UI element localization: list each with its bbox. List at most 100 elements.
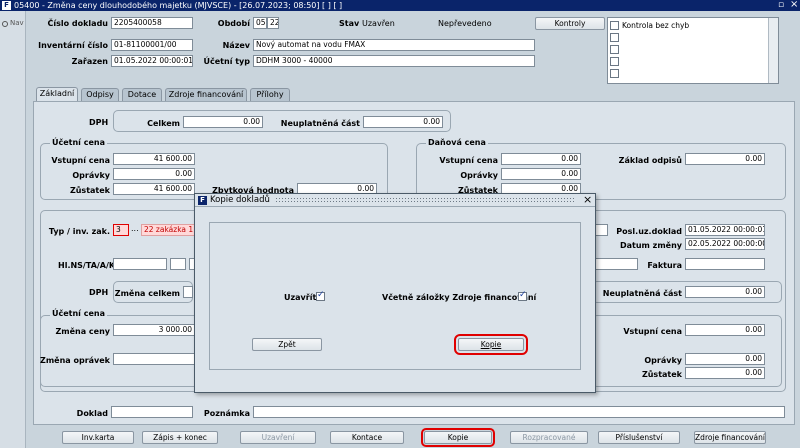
check-box-1[interactable] bbox=[610, 21, 619, 30]
include-checkbox[interactable] bbox=[518, 290, 527, 301]
tax-corrections-field[interactable]: 0.00 bbox=[501, 168, 581, 180]
check-box-2[interactable] bbox=[610, 33, 619, 42]
change-date-field[interactable]: 02.05.2022 00:00:00 bbox=[685, 238, 765, 250]
dph2-label: DPH bbox=[89, 288, 109, 297]
price-change-field[interactable]: 3 000.00 bbox=[113, 324, 195, 336]
period-field-b[interactable]: 22 bbox=[267, 17, 279, 29]
included-label: Zařazen bbox=[71, 57, 108, 66]
hlns-label: Hl.NS/TA/A/KP bbox=[58, 261, 121, 270]
check-box-3[interactable] bbox=[610, 45, 619, 54]
check-box-5[interactable] bbox=[610, 69, 619, 78]
copy-dialog: F Kopie dokladů × Uzavřít Včetně záložky… bbox=[194, 193, 596, 393]
restore-icon[interactable]: ▫ bbox=[778, 0, 784, 11]
last-doc-label: Posl.uz.doklad bbox=[616, 227, 682, 236]
document-label: Doklad bbox=[76, 409, 108, 418]
hlns-field-1[interactable] bbox=[113, 258, 167, 270]
tax-entry-price-field[interactable]: 0.00 bbox=[501, 153, 581, 165]
close-checkbox-label: Uzavřít bbox=[284, 293, 317, 302]
posting-value: Nepřevedeno bbox=[438, 19, 492, 28]
window-title-bar: F 05400 - Změna ceny dlouhodobého majetk… bbox=[0, 0, 800, 11]
type-ellipsis[interactable]: ... bbox=[131, 224, 139, 233]
unclaimed-field[interactable]: 0.00 bbox=[363, 116, 443, 128]
dialog-content-frame: Uzavřít Včetně záložky Zdroje financován… bbox=[209, 222, 581, 370]
balance2-field[interactable]: 0.00 bbox=[685, 367, 765, 379]
name-field[interactable]: Nový automat na vodu FMAX bbox=[253, 39, 535, 51]
entry-price-field[interactable]: 41 600.00 bbox=[113, 153, 195, 165]
window-title: 05400 - Změna ceny dlouhodobého majetku … bbox=[14, 1, 343, 10]
hlns-field-2[interactable] bbox=[170, 258, 186, 270]
included-field[interactable]: 01.05.2022 00:00:01 bbox=[111, 55, 193, 67]
dialog-copy-button[interactable]: Kopie bbox=[454, 334, 528, 355]
balance-field[interactable]: 41 600.00 bbox=[113, 183, 195, 195]
tab-basic[interactable]: Základní bbox=[36, 87, 78, 102]
nav-icon[interactable] bbox=[2, 21, 8, 27]
period-field-a[interactable]: 05 bbox=[253, 17, 267, 29]
unclaimed-label: Neuplatněná část bbox=[280, 119, 360, 128]
total-field[interactable]: 0.00 bbox=[183, 116, 263, 128]
tax-base-label: Základ odpisů bbox=[618, 156, 682, 165]
doc-number-field[interactable]: 2205400058 bbox=[111, 17, 193, 29]
type-label: Typ / inv. zak. bbox=[48, 227, 110, 236]
note-field[interactable] bbox=[253, 406, 785, 418]
accessories-button[interactable]: Příslušenství bbox=[598, 431, 680, 444]
corrections2-field[interactable]: 0.00 bbox=[685, 353, 765, 365]
dialog-close-icon[interactable]: × bbox=[583, 193, 592, 206]
back-button[interactable]: Zpět bbox=[252, 338, 322, 351]
nav-strip: Nav bbox=[0, 11, 26, 448]
dialog-title: Kopie dokladů bbox=[210, 195, 270, 205]
close-icon[interactable]: × bbox=[790, 0, 798, 10]
check-box-4[interactable] bbox=[610, 57, 619, 66]
contact-button[interactable]: Kontace bbox=[330, 431, 404, 444]
price-change-label: Změna ceny bbox=[55, 327, 110, 336]
entry-price2-field[interactable]: 0.00 bbox=[685, 324, 765, 336]
period-label: Období bbox=[217, 19, 250, 28]
invoice-label: Faktura bbox=[647, 261, 682, 270]
include-checkbox-label: Včetně záložky Zdroje financování bbox=[382, 293, 537, 302]
inv-card-button[interactable]: Inv.karta bbox=[62, 431, 134, 444]
acc-type-field[interactable]: DDHM 3000 - 40000 bbox=[253, 55, 535, 67]
unclaimed2-field[interactable]: 0.00 bbox=[685, 286, 765, 298]
corr-change-label: Změna oprávek bbox=[40, 356, 110, 365]
check-list[interactable]: Kontrola bez chyb bbox=[607, 17, 779, 84]
unclaimed2-label: Neuplatněná část bbox=[602, 289, 682, 298]
type-field[interactable]: 3 bbox=[113, 224, 129, 236]
invoice-field[interactable] bbox=[685, 258, 765, 270]
tax-price-title: Daňová cena bbox=[426, 138, 488, 147]
tax-base-field[interactable]: 0.00 bbox=[685, 153, 765, 165]
copy-button[interactable]: Kopie bbox=[421, 428, 495, 447]
balance2-label: Zůstatek bbox=[641, 370, 682, 379]
acc-price2-title: Účetní cena bbox=[50, 309, 107, 318]
status-label: Stav bbox=[339, 19, 360, 28]
total-label: Celkem bbox=[147, 119, 180, 128]
check-list-scrollbar[interactable] bbox=[768, 18, 778, 83]
entry-price2-label: Vstupní cena bbox=[623, 327, 682, 336]
inventory-field[interactable]: 01-81100001/00 bbox=[111, 39, 193, 51]
tab-funding[interactable]: Zdroje financování bbox=[165, 88, 247, 101]
funding-button[interactable]: Zdroje financování bbox=[694, 431, 766, 444]
write-end-button[interactable]: Zápis + konec bbox=[142, 431, 218, 444]
acc-price-title: Účetní cena bbox=[50, 138, 107, 147]
tab-attachments[interactable]: Přílohy bbox=[250, 88, 290, 101]
tax-entry-price-label: Vstupní cena bbox=[439, 156, 498, 165]
distribute-button[interactable]: Rozpracované bbox=[510, 431, 588, 444]
closings-button[interactable]: Uzavření bbox=[240, 431, 316, 444]
controls-button[interactable]: Kontroly bbox=[535, 17, 605, 30]
name-label: Název bbox=[222, 41, 250, 50]
nav-label[interactable]: Nav bbox=[10, 19, 24, 27]
hlns-field-4[interactable] bbox=[592, 258, 638, 270]
corrections-field[interactable]: 0.00 bbox=[113, 168, 195, 180]
status-value: Uzavřen bbox=[362, 19, 395, 28]
tax-corrections-label: Oprávky bbox=[460, 171, 498, 180]
last-doc-field[interactable]: 01.05.2022 00:00:01 bbox=[685, 224, 765, 236]
dialog-app-icon: F bbox=[198, 196, 207, 205]
order-field[interactable]: 22 zakázka 1 bbox=[141, 224, 197, 236]
dph-label: DPH bbox=[89, 118, 109, 127]
document-field[interactable] bbox=[111, 406, 193, 418]
tab-subsidies[interactable]: Dotace bbox=[122, 88, 162, 101]
corr-change-field[interactable] bbox=[113, 353, 195, 365]
app-icon: F bbox=[2, 1, 11, 10]
close-checkbox[interactable] bbox=[316, 290, 325, 301]
tab-depreciation[interactable]: Odpisy bbox=[81, 88, 119, 101]
corrections2-label: Oprávky bbox=[644, 356, 682, 365]
change-total-field[interactable] bbox=[183, 286, 193, 298]
